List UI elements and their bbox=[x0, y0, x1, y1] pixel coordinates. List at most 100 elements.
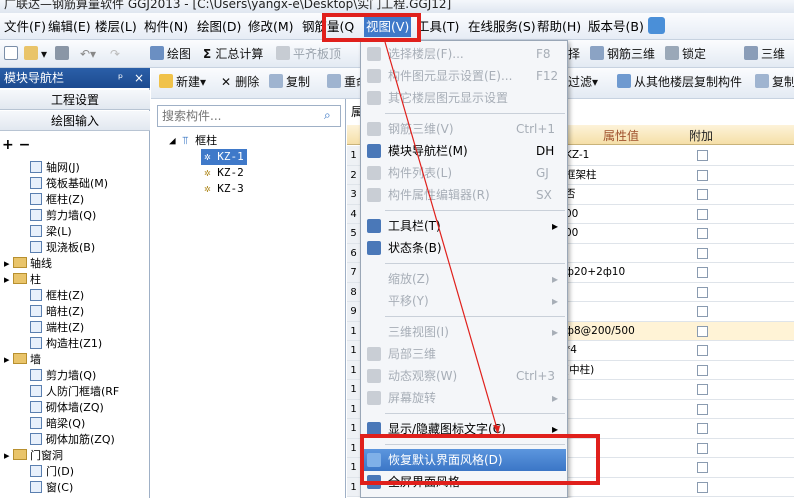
view-menu-item[interactable]: 选择楼层(F)... F8 bbox=[362, 43, 566, 65]
expand-all-icon[interactable]: + − bbox=[2, 137, 30, 153]
menu-modify[interactable]: 修改(M) bbox=[246, 17, 296, 37]
redo-icon[interactable]: ↷ bbox=[110, 45, 120, 63]
attach-checkbox[interactable] bbox=[697, 306, 708, 317]
view-menu-item[interactable]: 状态条(B) bbox=[362, 237, 566, 259]
view-menu-item[interactable]: 缩放(Z) ▸ bbox=[362, 268, 566, 290]
view-menu-item[interactable]: 三维视图(I) ▸ bbox=[362, 321, 566, 343]
attach-checkbox[interactable] bbox=[697, 462, 708, 473]
project-settings-button[interactable]: 工程设置 bbox=[0, 90, 150, 110]
copy-button[interactable]: 复制 bbox=[269, 73, 310, 91]
view-menu-item[interactable]: 钢筋三维(V) Ctrl+1 bbox=[362, 118, 566, 140]
undo-icon[interactable]: ↶▾ bbox=[80, 45, 96, 63]
component-type-icon bbox=[30, 385, 42, 397]
delete-button[interactable]: ✕ 删除 bbox=[221, 73, 259, 91]
flat-roof-button[interactable]: 平齐板顶 bbox=[276, 45, 341, 63]
view-menu-item[interactable]: 构件图元显示设置(E)... F12 bbox=[362, 65, 566, 87]
attach-checkbox[interactable] bbox=[697, 228, 708, 239]
nav-tree-item[interactable]: 端柱(Z) bbox=[30, 320, 84, 336]
menu-edit[interactable]: 编辑(E) bbox=[46, 17, 93, 37]
menu-tools[interactable]: 工具(T) bbox=[415, 17, 461, 37]
attach-checkbox[interactable] bbox=[697, 481, 708, 493]
attach-checkbox[interactable] bbox=[697, 403, 708, 415]
app-logo-icon[interactable] bbox=[648, 17, 665, 34]
property-value[interactable]: ф20+2ф10 bbox=[565, 263, 625, 282]
nav-tree-item[interactable]: 暗柱(Z) bbox=[30, 304, 84, 320]
attach-checkbox[interactable] bbox=[697, 423, 708, 434]
save-icon[interactable] bbox=[55, 45, 72, 63]
draw-input-button[interactable]: 绘图输入 bbox=[0, 111, 150, 131]
view-menu-item[interactable]: 屏幕旋转 ▸ bbox=[362, 387, 566, 409]
tree-root-kuangzhu[interactable]: ◢ ⫪ 框柱 bbox=[169, 133, 217, 149]
attach-checkbox[interactable] bbox=[697, 325, 708, 337]
nav-tree-item[interactable]: 剪力墙(Q) bbox=[30, 208, 96, 224]
attach-checkbox[interactable] bbox=[697, 247, 708, 259]
nav-tree-item[interactable]: 现浇板(B) bbox=[30, 240, 95, 256]
copy2-button[interactable]: 复制 bbox=[755, 73, 794, 91]
nav-tree-item[interactable]: 框柱(Z) bbox=[30, 192, 84, 208]
attach-checkbox[interactable] bbox=[697, 286, 708, 298]
menu-version[interactable]: 版本号(B) bbox=[586, 17, 646, 37]
pin-icon[interactable]: ᵖ bbox=[118, 68, 123, 88]
attach-checkbox[interactable] bbox=[697, 384, 708, 395]
lock-button[interactable]: 锁定 bbox=[665, 45, 706, 63]
attach-checkbox[interactable] bbox=[697, 442, 708, 454]
tree-item-kz1[interactable]: ✲ KZ-1 bbox=[201, 149, 247, 165]
draw-button[interactable]: 绘图 bbox=[150, 45, 191, 63]
search-input[interactable] bbox=[158, 106, 308, 126]
view-menu-item[interactable]: 动态观察(W) Ctrl+3 bbox=[362, 365, 566, 387]
rebar-3d-button[interactable]: 钢筋三维 bbox=[590, 45, 655, 63]
attach-checkbox[interactable] bbox=[697, 150, 708, 161]
property-value[interactable]: KZ-1 bbox=[565, 146, 589, 165]
property-value[interactable]: ф8@200/500 bbox=[565, 322, 635, 341]
nav-tree-item[interactable]: 窗(C) bbox=[30, 480, 73, 496]
nav-tree-item[interactable]: 剪力墙(Q) bbox=[30, 368, 96, 384]
view-menu-item[interactable]: 工具栏(T) ▸ bbox=[362, 215, 566, 237]
nav-tree-item[interactable]: 门(D) bbox=[30, 464, 74, 480]
attach-checkbox[interactable] bbox=[697, 364, 708, 376]
nav-tree-item[interactable]: 框柱(Z) bbox=[30, 288, 84, 304]
attach-checkbox[interactable] bbox=[697, 267, 708, 278]
property-value[interactable]: 框架柱 bbox=[565, 166, 597, 185]
three-view-button[interactable]: 三维 bbox=[744, 45, 785, 63]
nav-tree-item[interactable]: 人防门框墙(RF bbox=[30, 384, 119, 400]
nav-tree-item[interactable]: ▸ 柱 bbox=[4, 272, 41, 288]
attach-checkbox[interactable] bbox=[697, 208, 708, 220]
menu-component[interactable]: 构件(N) bbox=[142, 17, 190, 37]
menu-file[interactable]: 文件(F) bbox=[2, 17, 48, 37]
nav-tree-item[interactable]: 筏板基础(M) bbox=[30, 176, 108, 192]
close-icon[interactable]: × bbox=[134, 68, 144, 88]
open-folder-icon[interactable]: ▾ bbox=[24, 45, 47, 63]
nav-tree-item[interactable]: ▸ 轴线 bbox=[4, 256, 52, 272]
menu-online[interactable]: 在线服务(S) bbox=[466, 17, 538, 37]
search-icon[interactable]: ⌕ bbox=[324, 108, 331, 123]
copy-from-floor-button[interactable]: 从其他楼层复制构件 bbox=[617, 73, 742, 91]
nav-tree-item[interactable]: 砌体加筋(ZQ) bbox=[30, 432, 115, 448]
nav-tree-item[interactable]: ▸ 门窗洞 bbox=[4, 448, 63, 464]
attach-checkbox[interactable] bbox=[697, 345, 708, 356]
tree-item-kz3[interactable]: ✲ KZ-3 bbox=[201, 181, 247, 197]
sum-calc-button[interactable]: Σ 汇总计算 bbox=[203, 45, 263, 63]
nav-tree-item[interactable]: 构造柱(Z1) bbox=[30, 336, 102, 352]
view-menu-item[interactable]: 构件属性编辑器(R) SX bbox=[362, 184, 566, 206]
property-value[interactable]: (中柱) bbox=[565, 361, 594, 380]
filter-button[interactable]: 过滤▾ bbox=[568, 73, 598, 91]
menu-floor[interactable]: 楼层(L) bbox=[93, 17, 139, 37]
nav-tree-item[interactable]: 梁(L) bbox=[30, 224, 72, 240]
select-button[interactable]: 择 bbox=[568, 45, 580, 63]
nav-tree-item[interactable]: ▸ 墙 bbox=[4, 352, 41, 368]
view-menu-item[interactable]: 局部三维 bbox=[362, 343, 566, 365]
view-menu-item[interactable]: 平移(Y) ▸ bbox=[362, 290, 566, 312]
attach-checkbox[interactable] bbox=[697, 169, 708, 181]
tree-item-kz2[interactable]: ✲ KZ-2 bbox=[201, 165, 247, 181]
attach-checkbox[interactable] bbox=[697, 189, 708, 200]
view-menu-item[interactable]: 其它楼层图元显示设置 bbox=[362, 87, 566, 109]
nav-tree-item[interactable]: 暗梁(Q) bbox=[30, 416, 85, 432]
new-file-icon[interactable] bbox=[4, 45, 21, 63]
view-menu-item[interactable]: 构件列表(L) GJ bbox=[362, 162, 566, 184]
nav-tree-item[interactable]: 轴网(J) bbox=[30, 160, 80, 176]
menu-draw[interactable]: 绘图(D) bbox=[195, 17, 243, 37]
nav-tree-item[interactable]: 砌体墙(ZQ) bbox=[30, 400, 104, 416]
new-component-button[interactable]: 新建▾ bbox=[159, 73, 206, 91]
view-menu-item[interactable]: 模块导航栏(M) DH bbox=[362, 140, 566, 162]
menu-help[interactable]: 帮助(H) bbox=[535, 17, 583, 37]
